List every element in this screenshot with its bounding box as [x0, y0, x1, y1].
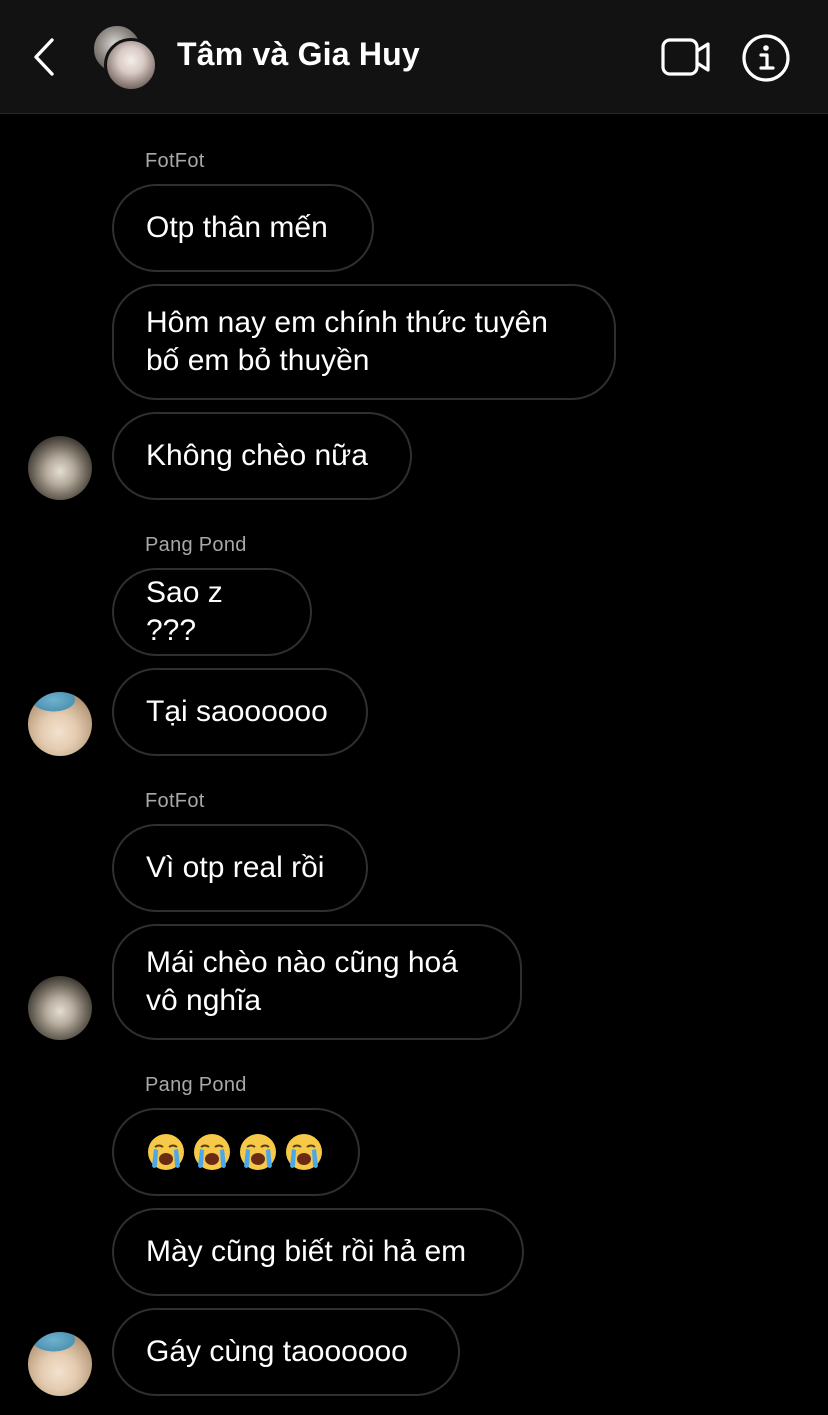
loudly-crying-face-icon	[148, 1134, 184, 1170]
sender-name: Pang Pond	[145, 534, 247, 556]
message-bubble[interactable]: Không chèo nữa	[112, 412, 412, 500]
loudly-crying-face-icon	[240, 1134, 276, 1170]
chevron-left-icon	[34, 38, 54, 76]
emoji-row	[146, 1132, 330, 1172]
avatar[interactable]	[28, 436, 92, 500]
group-avatar[interactable]	[90, 24, 160, 94]
message-bubble[interactable]: Tại saoooooo	[112, 668, 368, 756]
message-bubble[interactable]: Otp thân mến	[112, 184, 374, 272]
avatar[interactable]	[28, 1332, 92, 1396]
avatar[interactable]	[28, 976, 92, 1040]
message-bubble[interactable]	[112, 1108, 360, 1196]
chat-title[interactable]: Tâm và Gia Huy	[177, 36, 420, 73]
info-icon	[742, 34, 790, 82]
message-text: Không chèo nữa	[146, 439, 368, 472]
message-text: Gáy cùng taoooooo	[146, 1335, 408, 1368]
avatar[interactable]	[28, 692, 92, 756]
message-text: Tại saoooooo	[146, 695, 328, 728]
message-text: Mái chèo nào cũng hoá vô nghĩa	[146, 946, 458, 1017]
loudly-crying-face-icon	[286, 1134, 322, 1170]
message-text: Hôm nay em chính thức tuyên bố em bỏ thu…	[146, 306, 548, 377]
message-bubble[interactable]: Gáy cùng taoooooo	[112, 1308, 460, 1396]
loudly-crying-face-icon	[194, 1134, 230, 1170]
message-bubble[interactable]: Hôm nay em chính thức tuyên bố em bỏ thu…	[112, 284, 616, 400]
info-button[interactable]	[740, 32, 792, 84]
sender-name: FotFot	[145, 150, 205, 172]
message-text: Otp thân mến	[146, 211, 328, 244]
message-bubble[interactable]: Mái chèo nào cũng hoá vô nghĩa	[112, 924, 522, 1040]
message-bubble[interactable]: Mày cũng biết rồi hả em	[112, 1208, 524, 1296]
message-text: Sao z ???	[146, 576, 223, 647]
message-bubble[interactable]: Sao z ???	[112, 568, 312, 656]
member-avatar	[104, 38, 158, 92]
message-bubble[interactable]: Vì otp real rồi	[112, 824, 368, 912]
message-text: Vì otp real rồi	[146, 851, 325, 884]
video-camera-icon	[661, 38, 710, 76]
message-text: Mày cũng biết rồi hả em	[146, 1235, 467, 1268]
sender-name: Pang Pond	[145, 1074, 247, 1096]
sender-name: FotFot	[145, 790, 205, 812]
video-call-button[interactable]	[660, 36, 712, 78]
back-button[interactable]	[28, 34, 64, 80]
chat-header: Tâm và Gia Huy	[0, 0, 828, 114]
